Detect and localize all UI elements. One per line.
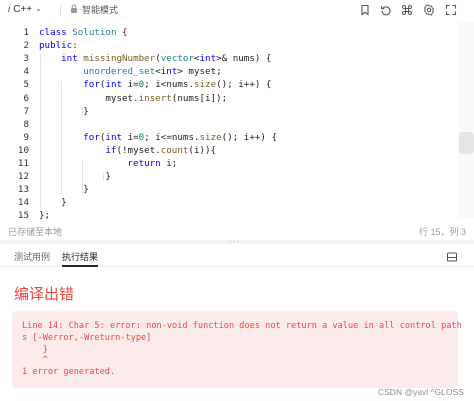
bookmark-icon — [361, 4, 369, 16]
settings-button[interactable] — [420, 1, 438, 18]
lock-icon — [70, 4, 78, 15]
error-line: ^ — [22, 355, 48, 365]
line-number: 13 — [17, 184, 29, 196]
code-line[interactable]: 9 for(int i=0; i<=nums.size(); i++) { — [0, 131, 458, 144]
reset-code-button[interactable] — [377, 1, 395, 18]
line-number: 9 — [23, 131, 29, 143]
cursor-position: 行 15，列 3 — [418, 227, 466, 237]
code-line[interactable]: 15}; — [0, 209, 458, 222]
editor-status-bar: 已存储至本地 行 15，列 3 — [0, 224, 474, 238]
code-text[interactable]: } — [39, 196, 67, 209]
tab-run-result[interactable]: 执行结果 — [62, 250, 98, 263]
indent-guide — [40, 55, 41, 208]
line-number: 12 — [17, 171, 29, 183]
line-number: 11 — [17, 158, 29, 169]
drag-grip-icon[interactable]: ··· — [229, 238, 240, 246]
compile-error-title: 编译出错 — [14, 286, 75, 303]
result-tabs: 测试用例 执行结果 — [0, 246, 474, 267]
fullscreen-button[interactable] — [442, 1, 460, 18]
code-line[interactable]: 7 } — [0, 105, 458, 118]
language-label: C++ — [13, 4, 33, 15]
code-line[interactable]: 5 for(int i=0; i<nums.size(); i++) { — [0, 78, 458, 91]
line-number: 3 — [23, 53, 29, 65]
line-number: 7 — [23, 105, 29, 117]
line-number: 14 — [17, 197, 29, 209]
code-line[interactable]: 13 } — [0, 183, 458, 196]
error-line: s [-Werror,-Wreturn-type] — [22, 333, 152, 343]
code-line[interactable]: 6 myset.insert(nums[i]); — [0, 92, 458, 105]
code-text[interactable]: unordered_set<int> myset; — [39, 65, 221, 78]
code-line[interactable]: 1 class Solution { — [0, 26, 458, 39]
code-line[interactable]: 12 } — [0, 170, 458, 183]
editor-toolbar: i C++ ⌄ 智能模式 — [0, 0, 474, 20]
line-number: 4 — [23, 66, 29, 78]
code-line[interactable]: 2 public: — [0, 39, 458, 52]
panel-layout-icon — [447, 252, 457, 262]
save-status: 已存储至本地 — [8, 227, 63, 237]
reset-icon — [381, 5, 391, 15]
indent-guide — [61, 81, 62, 194]
code-line[interactable]: 10 if(!myset.count(i)){ — [0, 144, 458, 157]
code-lang-icon: i — [8, 4, 11, 15]
indent-guide — [103, 173, 104, 181]
line-number: 15 — [17, 210, 29, 222]
code-text[interactable]: return i; — [39, 157, 178, 170]
indent-guide — [82, 107, 83, 117]
chevron-down-icon: ⌄ — [35, 4, 42, 13]
code-line[interactable]: 11 return i; — [0, 157, 458, 170]
error-output-box: Line 14: Char 5: error: non-void functio… — [12, 311, 462, 388]
shortcut-button[interactable] — [398, 1, 416, 18]
code-line[interactable]: 4 unordered_set<int> myset; — [0, 65, 458, 78]
bookmark-button[interactable] — [356, 1, 374, 18]
command-icon — [402, 4, 412, 15]
line-number: 10 — [17, 144, 29, 156]
code-line[interactable]: 3 int missingNumber(vector<int>& nums) { — [0, 52, 458, 65]
watermark: CSDN @yavl ^GLOSS — [378, 387, 464, 397]
editor-scroll-track — [458, 22, 474, 218]
line-number: 2 — [23, 40, 29, 52]
code-line[interactable]: 14 } — [0, 196, 458, 209]
settings-icon — [423, 3, 435, 16]
code-text[interactable]: public: — [39, 39, 78, 52]
code-text[interactable]: if(!myset.count(i)){ — [39, 144, 216, 157]
fullscreen-icon — [445, 4, 457, 15]
active-tab-indicator — [62, 265, 98, 267]
indent-guide — [82, 160, 83, 194]
code-editor[interactable]: 1 class Solution {2 public: 3 int missingNu… — [0, 22, 474, 221]
code-text[interactable]: for(int i=0; i<nums.size(); i++) { — [39, 78, 271, 91]
toolbar-divider — [60, 5, 61, 15]
language-selector[interactable]: i C++ ⌄ — [8, 2, 42, 17]
error-line: 1 error generated. — [22, 367, 116, 377]
panel-layout-button[interactable] — [446, 250, 458, 262]
code-line[interactable]: 8 — [0, 118, 458, 131]
code-text[interactable]: }; — [39, 209, 50, 222]
code-text[interactable]: class Solution { — [39, 26, 128, 39]
line-number: 1 — [23, 27, 29, 38]
smart-mode-toggle[interactable]: 智能模式 — [70, 2, 118, 17]
line-number: 5 — [23, 79, 29, 91]
editor-scrollbar-thumb[interactable] — [459, 132, 474, 154]
code-text[interactable]: int missingNumber(vector<int>& nums) { — [39, 52, 271, 65]
smart-mode-label: 智能模式 — [82, 5, 119, 15]
error-line: Line 14: Char 5: error: non-void functio… — [22, 321, 462, 331]
code-text[interactable]: myset.insert(nums[i]); — [39, 92, 227, 105]
code-text[interactable]: for(int i=0; i<=nums.size(); i++) { — [39, 131, 277, 144]
code-text[interactable]: } — [39, 170, 111, 183]
line-number: 6 — [23, 92, 29, 104]
line-number: 8 — [23, 118, 29, 130]
tab-test-cases[interactable]: 测试用例 — [14, 250, 50, 263]
